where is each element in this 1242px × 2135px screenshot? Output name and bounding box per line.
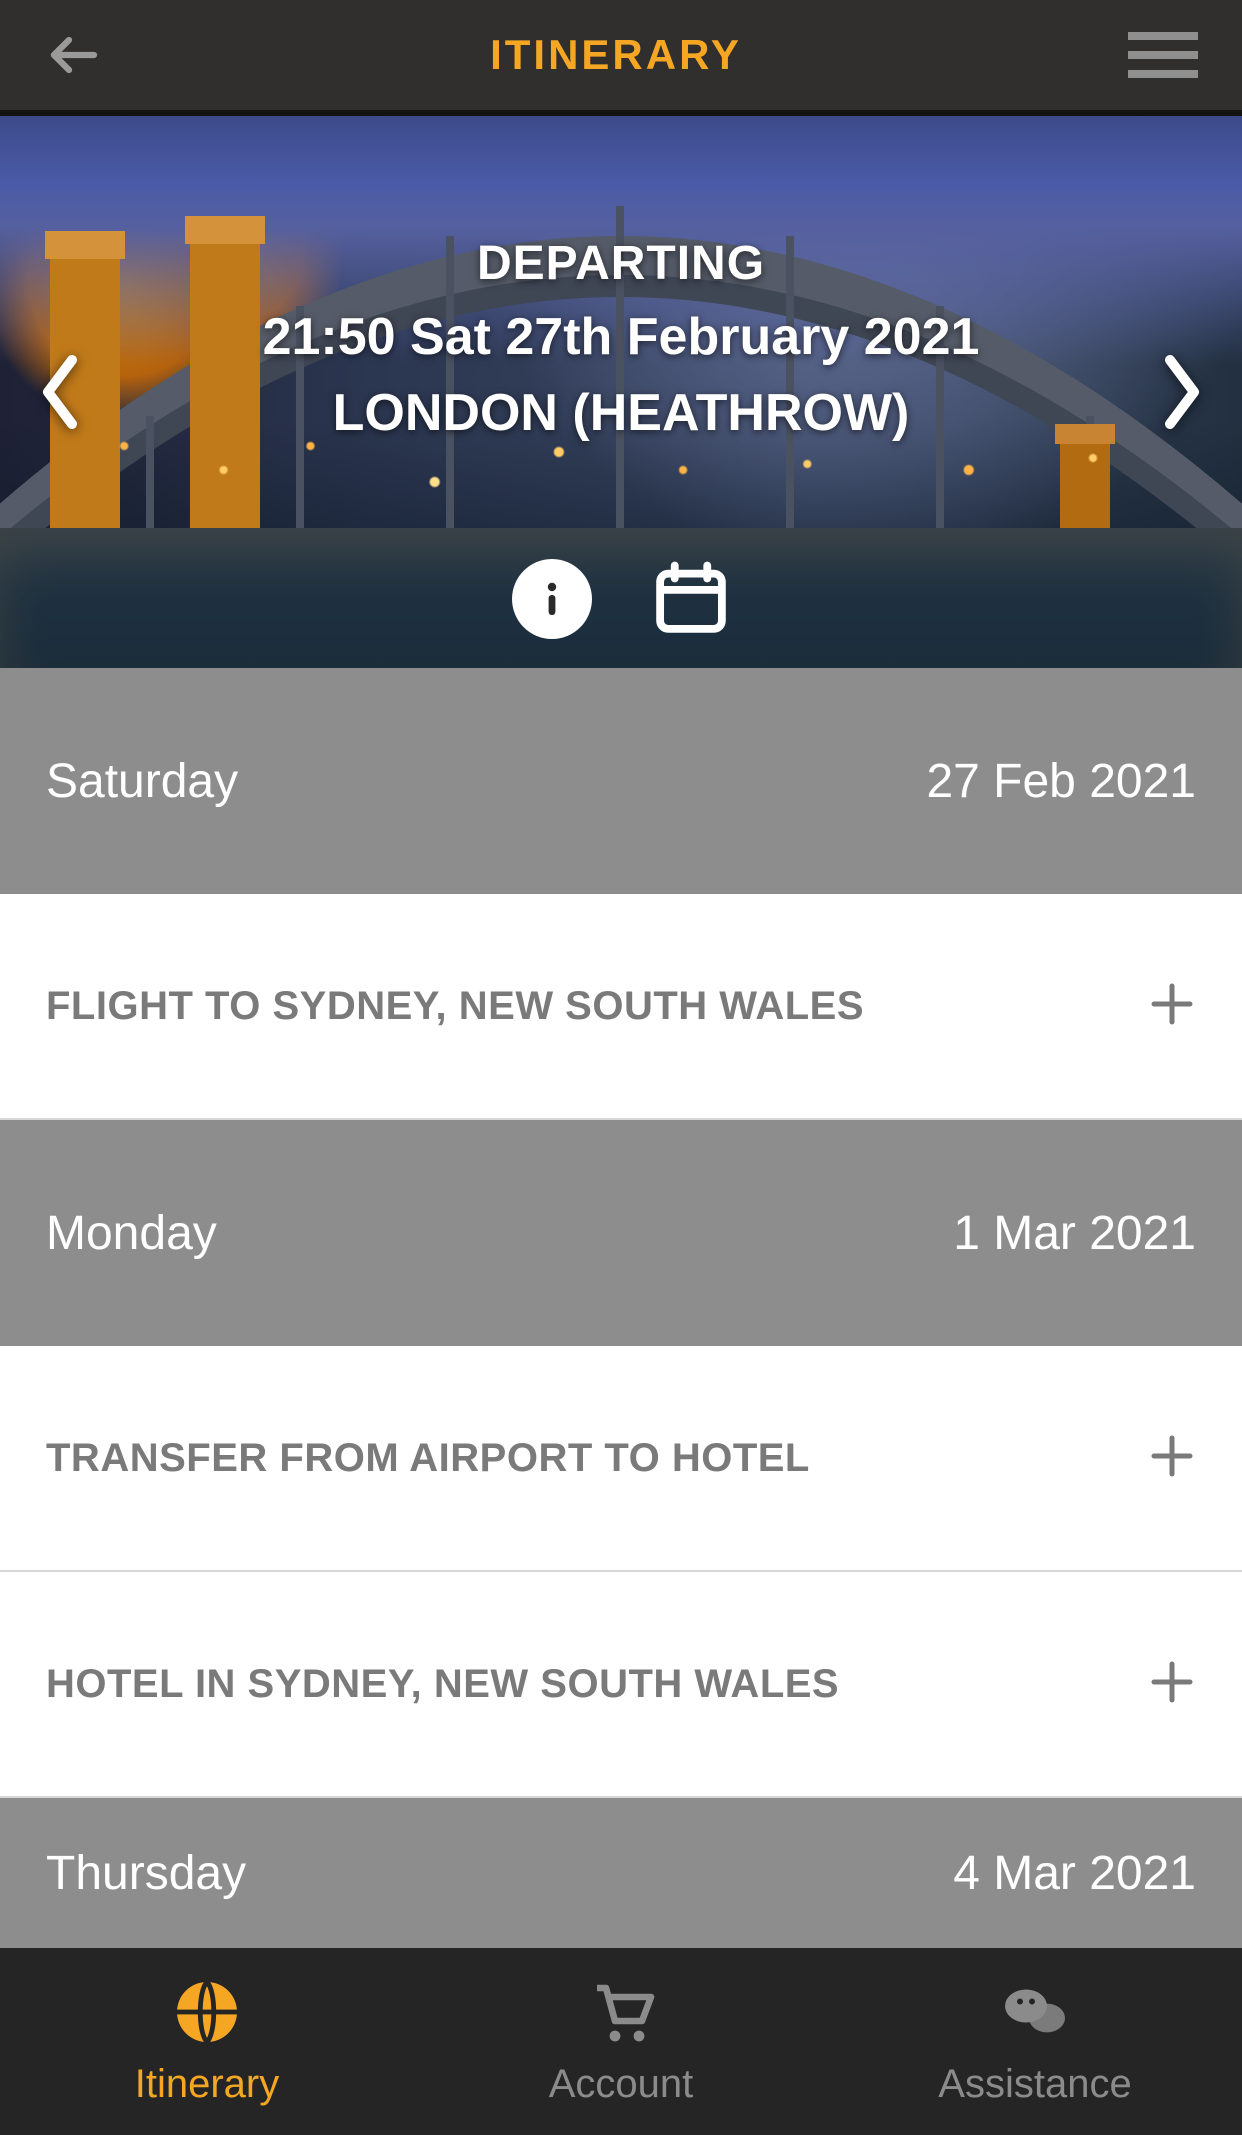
back-icon[interactable] [44,25,104,85]
day-header: Saturday 27 Feb 2021 [0,668,1242,894]
tab-bar: Itinerary Account Assistance [0,1948,1242,2135]
tab-assistance[interactable]: Assistance [828,1948,1242,2135]
hero-text: DEPARTING 21:50 Sat 27th February 2021 L… [0,236,1242,443]
itinerary-item-label: FLIGHT TO SYDNEY, NEW SOUTH WALES [46,984,864,1029]
info-button[interactable] [512,559,592,639]
tab-label: Itinerary [135,2062,280,2107]
day-name: Monday [46,1206,217,1261]
chat-icon [999,1976,1071,2048]
departing-location: LONDON (HEATHROW) [0,383,1242,443]
calendar-button[interactable] [652,559,730,642]
itinerary-item[interactable]: TRANSFER FROM AIRPORT TO HOTEL [0,1346,1242,1572]
day-date: 4 Mar 2021 [953,1846,1196,1901]
menu-icon[interactable] [1128,30,1198,80]
page-title: ITINERARY [490,31,742,79]
expand-icon[interactable] [1148,1432,1196,1485]
tab-label: Assistance [938,2062,1131,2107]
itinerary-item-label: TRANSFER FROM AIRPORT TO HOTEL [46,1436,810,1481]
departing-datetime: 21:50 Sat 27th February 2021 [0,307,1242,367]
globe-icon [171,1976,243,2048]
itinerary-item-label: HOTEL IN SYDNEY, NEW SOUTH WALES [46,1662,839,1707]
cart-icon [585,1976,657,2048]
day-header: Thursday 4 Mar 2021 [0,1798,1242,1948]
day-name: Thursday [46,1846,246,1901]
departing-label: DEPARTING [0,236,1242,291]
day-date: 1 Mar 2021 [953,1206,1196,1261]
tab-itinerary[interactable]: Itinerary [0,1948,414,2135]
tab-account[interactable]: Account [414,1948,828,2135]
app-header: ITINERARY [0,0,1242,116]
itinerary-item[interactable]: FLIGHT TO SYDNEY, NEW SOUTH WALES [0,894,1242,1120]
expand-icon[interactable] [1148,980,1196,1033]
day-date: 27 Feb 2021 [926,754,1196,809]
day-name: Saturday [46,754,238,809]
hero-banner: DEPARTING 21:50 Sat 27th February 2021 L… [0,116,1242,668]
itinerary-item[interactable]: HOTEL IN SYDNEY, NEW SOUTH WALES [0,1572,1242,1798]
day-header: Monday 1 Mar 2021 [0,1120,1242,1346]
expand-icon[interactable] [1148,1658,1196,1711]
tab-label: Account [549,2062,694,2107]
